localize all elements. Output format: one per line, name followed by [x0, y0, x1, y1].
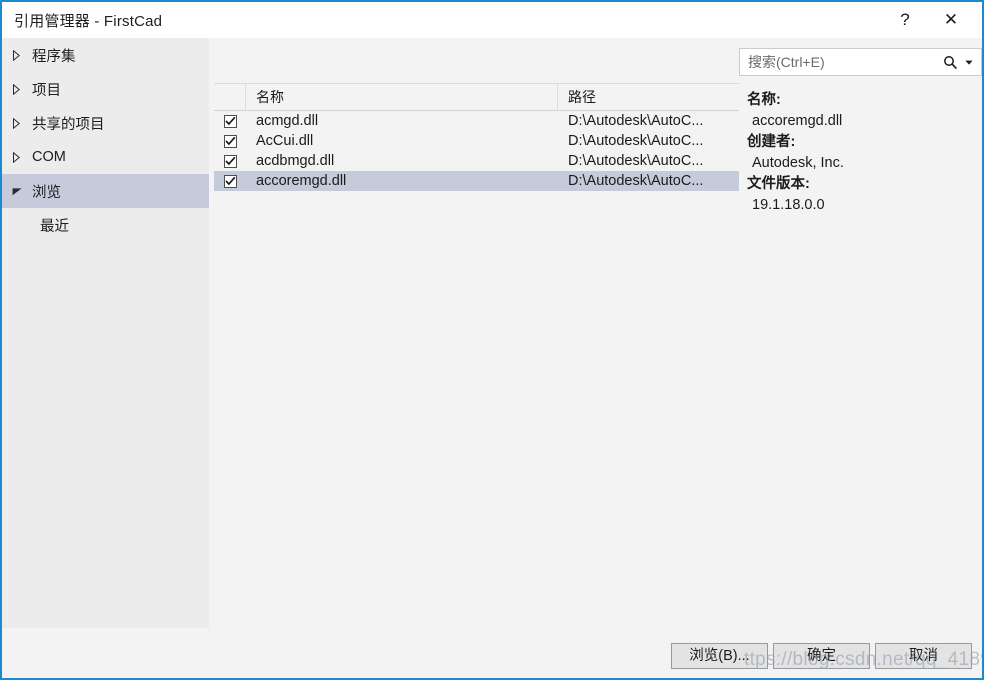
row-name: AcCui.dll	[256, 133, 314, 149]
detail-name-value: accoremgd.dll	[752, 113, 843, 129]
search-input[interactable]	[740, 50, 939, 74]
sidebar-item-label: COM	[32, 149, 66, 165]
list-rows: acmgd.dll D:\Autodesk\AutoC... AcCui.dll…	[214, 111, 739, 191]
chevron-down-icon[interactable]	[961, 60, 981, 65]
search-box[interactable]	[739, 48, 982, 76]
row-path: D:\Autodesk\AutoC...	[568, 133, 704, 149]
sidebar-item-browse[interactable]: 浏览	[2, 174, 209, 208]
chevron-right-icon[interactable]	[12, 117, 32, 129]
list-header: 名称 路径	[214, 84, 739, 111]
row-name: acmgd.dll	[256, 113, 319, 129]
detail-name-label: 名称:	[747, 92, 781, 108]
sidebar: 程序集 项目 共享的项目 COM 浏览 最近	[2, 38, 209, 628]
row-checkbox[interactable]	[214, 114, 246, 128]
row-name: acdbmgd.dll	[256, 153, 335, 169]
table-row[interactable]: acdbmgd.dll D:\Autodesk\AutoC...	[214, 151, 739, 171]
sidebar-item-assemblies[interactable]: 程序集	[2, 38, 209, 72]
reference-manager-dialog: 引用管理器 - FirstCad ? ✕ 程序集 项目 共享的项目 COM 浏览…	[0, 0, 984, 680]
chevron-right-icon[interactable]	[12, 49, 32, 61]
detail-creator-value: Autodesk, Inc.	[752, 155, 844, 171]
sidebar-item-label: 项目	[32, 82, 61, 99]
sidebar-item-label: 程序集	[32, 48, 76, 65]
table-row[interactable]: acmgd.dll D:\Autodesk\AutoC...	[214, 111, 739, 131]
checkbox-checked-icon[interactable]	[223, 174, 237, 188]
title-bar: 引用管理器 - FirstCad ? ✕	[2, 2, 982, 38]
page-title: 引用管理器 - FirstCad	[14, 12, 163, 30]
detail-version-label: 文件版本:	[747, 176, 810, 192]
column-header-path[interactable]: 路径	[558, 84, 739, 110]
checkbox-checked-icon[interactable]	[223, 154, 237, 168]
sidebar-item-com[interactable]: COM	[2, 140, 209, 174]
detail-creator-label: 创建者:	[747, 134, 796, 150]
chevron-down-icon[interactable]	[12, 187, 32, 196]
row-path: D:\Autodesk\AutoC...	[568, 173, 704, 189]
table-row[interactable]: accoremgd.dll D:\Autodesk\AutoC...	[214, 171, 739, 191]
checkbox-checked-icon[interactable]	[223, 114, 237, 128]
detail-version-value: 19.1.18.0.0	[752, 197, 825, 213]
footer: 浏览(B)... 确定 取消	[2, 631, 982, 678]
row-path: D:\Autodesk\AutoC...	[568, 153, 704, 169]
table-row[interactable]: AcCui.dll D:\Autodesk\AutoC...	[214, 131, 739, 151]
sidebar-item-shared-projects[interactable]: 共享的项目	[2, 106, 209, 140]
row-checkbox[interactable]	[214, 134, 246, 148]
help-icon[interactable]: ?	[882, 3, 928, 37]
sidebar-item-recent[interactable]: 最近	[2, 208, 209, 242]
sidebar-item-label: 浏览	[32, 184, 61, 201]
row-name: accoremgd.dll	[256, 173, 347, 189]
row-path: D:\Autodesk\AutoC...	[568, 113, 704, 129]
row-checkbox[interactable]	[214, 154, 246, 168]
row-checkbox[interactable]	[214, 174, 246, 188]
sidebar-item-projects[interactable]: 项目	[2, 72, 209, 106]
chevron-right-icon[interactable]	[12, 83, 32, 95]
reference-list-panel: 名称 路径 acmgd.dll D:\Autodesk\AutoC... AcC…	[214, 83, 739, 630]
detail-panel: 名称: accoremgd.dll 创建者: Autodesk, Inc. 文件…	[747, 90, 979, 216]
browse-button[interactable]: 浏览(B)...	[671, 643, 768, 669]
column-header-check[interactable]	[214, 84, 246, 110]
search-icon[interactable]	[939, 55, 961, 70]
sidebar-item-label: 共享的项目	[32, 116, 105, 133]
close-icon[interactable]: ✕	[928, 3, 974, 37]
chevron-right-icon[interactable]	[12, 151, 32, 163]
cancel-button[interactable]: 取消	[875, 643, 972, 669]
column-header-name[interactable]: 名称	[246, 84, 558, 110]
ok-button[interactable]: 确定	[773, 643, 870, 669]
sidebar-item-label: 最近	[40, 218, 69, 235]
checkbox-checked-icon[interactable]	[223, 134, 237, 148]
